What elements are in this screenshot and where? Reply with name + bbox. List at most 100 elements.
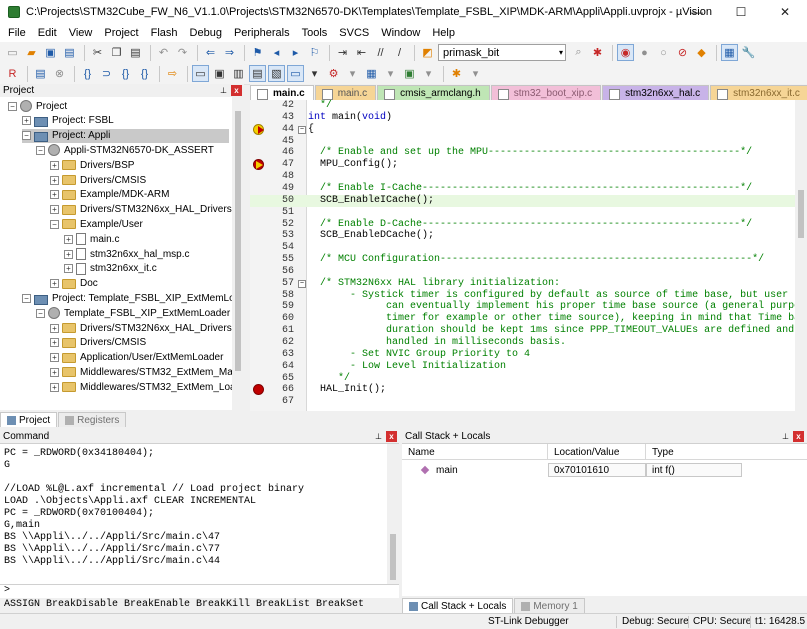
- code-line[interactable]: 52 /* Enable D-Cache--------------------…: [250, 219, 807, 231]
- copy-icon[interactable]: ❐: [108, 44, 125, 61]
- comment-icon[interactable]: //: [372, 44, 389, 61]
- clear-bookmarks-icon[interactable]: ⚐: [306, 44, 323, 61]
- save-all-icon[interactable]: ▤: [61, 44, 78, 61]
- program-counter-icon[interactable]: [253, 123, 264, 135]
- disassembly-window-icon[interactable]: ▣: [211, 65, 228, 82]
- paste-icon[interactable]: ▤: [127, 44, 144, 61]
- editor-hscrollbar[interactable]: [250, 411, 807, 425]
- code-line[interactable]: 44−{: [250, 123, 807, 136]
- code-editor[interactable]: 42 */43 int main(void) 44−{45 46 /* Enable …: [250, 100, 807, 411]
- expand-icon[interactable]: +: [64, 234, 73, 244]
- enable-breakpoint-icon[interactable]: ○: [655, 44, 672, 61]
- tree-item[interactable]: + stm32n6xx_hal_msp.c: [64, 247, 190, 261]
- tree-item[interactable]: − Template_FSBL_XIP_ExtMemLoader: [36, 306, 230, 320]
- collapse-icon[interactable]: −: [36, 145, 45, 155]
- expand-icon[interactable]: +: [50, 190, 59, 200]
- run-to-cursor-icon[interactable]: {}: [136, 65, 153, 82]
- step-out-icon[interactable]: {}: [117, 65, 134, 82]
- call-stack-window-icon[interactable]: ▧: [268, 65, 285, 82]
- code-line[interactable]: 43 int main(void): [250, 112, 807, 124]
- tree-item[interactable]: + Example/MDK-ARM: [50, 188, 169, 202]
- menu-debug[interactable]: Debug: [184, 27, 228, 39]
- symbols-window-icon[interactable]: ▥: [230, 65, 247, 82]
- code-line[interactable]: 42 */: [250, 100, 807, 112]
- code-line[interactable]: 67: [250, 396, 807, 408]
- editor-tab-stm32n6xx-hal[interactable]: stm32n6xx_hal.c: [602, 85, 710, 100]
- code-line[interactable]: 63 - Set NVIC Group Priority to 4: [250, 349, 807, 361]
- project-tree-scrollbar[interactable]: [232, 97, 244, 410]
- pin-icon[interactable]: ⊥: [373, 431, 384, 442]
- close-panel-icon[interactable]: x: [386, 431, 397, 442]
- tab-project[interactable]: Project: [0, 412, 58, 427]
- expand-icon[interactable]: +: [50, 382, 59, 392]
- collapse-icon[interactable]: −: [8, 101, 17, 111]
- editor-tab-stm32n6xx-it[interactable]: stm32n6xx_it.c: [710, 85, 807, 100]
- editor-vscrollbar[interactable]: [795, 100, 807, 411]
- tree-item[interactable]: + main.c: [64, 232, 119, 246]
- expand-icon[interactable]: +: [50, 367, 59, 377]
- start-stop-debug-icon[interactable]: ◉: [617, 44, 634, 61]
- menu-window[interactable]: Window: [375, 27, 426, 39]
- command-input[interactable]: >: [0, 584, 399, 598]
- menu-flash[interactable]: Flash: [145, 27, 184, 39]
- tree-item[interactable]: + Drivers/STM32N6xx_HAL_Drivers: [50, 203, 232, 217]
- navigate-back-icon[interactable]: ⇐: [202, 44, 219, 61]
- pin-icon[interactable]: ⊥: [780, 431, 791, 442]
- step-over-icon[interactable]: ⊃: [98, 65, 115, 82]
- code-line[interactable]: 45: [250, 136, 807, 148]
- collapse-icon[interactable]: −: [36, 308, 45, 318]
- menu-help[interactable]: Help: [426, 27, 461, 39]
- column-type[interactable]: Type: [646, 444, 807, 460]
- uncomment-icon[interactable]: /: [391, 44, 408, 61]
- expand-icon[interactable]: +: [64, 249, 73, 259]
- tree-item[interactable]: + Project: FSBL: [22, 114, 114, 128]
- redo-icon[interactable]: ↷: [174, 44, 191, 61]
- insert-breakpoint-icon[interactable]: ●: [636, 44, 653, 61]
- unindent-icon[interactable]: ⇤: [353, 44, 370, 61]
- cut-icon[interactable]: ✂: [89, 44, 106, 61]
- tree-item[interactable]: − Project: Appli: [22, 128, 229, 143]
- current-line-icon[interactable]: [253, 159, 264, 171]
- close-panel-icon[interactable]: x: [793, 431, 804, 442]
- code-line[interactable]: 58 - Systick timer is configured by defa…: [250, 290, 807, 302]
- code-line[interactable]: 51: [250, 207, 807, 219]
- next-bookmark-icon[interactable]: ▸: [287, 44, 304, 61]
- command-window-icon[interactable]: ▭: [192, 65, 209, 82]
- memory-windows-icon[interactable]: ▾: [306, 65, 323, 82]
- serial-windows-icon[interactable]: ⚙: [325, 65, 342, 82]
- code-line[interactable]: 46 /* Enable and set up the MPU---------…: [250, 147, 807, 159]
- code-line[interactable]: 48: [250, 171, 807, 183]
- editor-tab-stm32-boot-xip[interactable]: stm32_boot_xip.c: [490, 85, 602, 100]
- code-line[interactable]: 65 */: [250, 373, 807, 385]
- expand-icon[interactable]: +: [50, 338, 59, 348]
- trace-windows-icon[interactable]: ▦: [363, 65, 380, 82]
- code-line[interactable]: 64 - Low Level Initialization: [250, 361, 807, 373]
- code-line[interactable]: 66 HAL_Init();: [250, 384, 807, 396]
- code-line[interactable]: 53 SCB_EnableDCache();: [250, 230, 807, 242]
- code-line[interactable]: 61 duration should be kept 1ms since PPP…: [250, 325, 807, 337]
- table-row[interactable]: main 0x70101610 int f(): [402, 463, 742, 477]
- menu-file[interactable]: File: [2, 27, 32, 39]
- tab-call-stack-locals[interactable]: Call Stack + Locals: [402, 598, 514, 613]
- column-location-value[interactable]: Location/Value: [548, 444, 646, 460]
- save-icon[interactable]: ▣: [42, 44, 59, 61]
- collapse-icon[interactable]: −: [22, 293, 31, 303]
- tree-item[interactable]: + Application/User/ExtMemLoader: [50, 351, 223, 365]
- code-line[interactable]: 50 SCB_EnableICache();: [250, 194, 807, 207]
- tree-item[interactable]: − Project: [8, 99, 67, 113]
- open-folder-icon[interactable]: ▰: [23, 44, 40, 61]
- code-line[interactable]: 56: [250, 266, 807, 278]
- tree-item[interactable]: + Drivers/CMSIS: [50, 336, 146, 350]
- expand-icon[interactable]: +: [50, 279, 59, 289]
- find-combo[interactable]: primask_bit ▾: [438, 44, 566, 61]
- tree-item[interactable]: − Example/User: [50, 217, 143, 231]
- expand-icon[interactable]: +: [64, 264, 73, 274]
- menu-tools[interactable]: Tools: [296, 27, 334, 39]
- watch-windows-icon[interactable]: ▭: [287, 65, 304, 82]
- code-line[interactable]: 55 /* MCU Configuration-----------------…: [250, 254, 807, 266]
- breakpoint-icon[interactable]: [253, 384, 264, 396]
- prev-bookmark-icon[interactable]: ◂: [268, 44, 285, 61]
- code-line[interactable]: 49 /* Enable I-Cache--------------------…: [250, 183, 807, 195]
- code-line[interactable]: 47 MPU_Config();: [250, 159, 807, 171]
- debug-settings-icon[interactable]: ✱: [448, 65, 465, 82]
